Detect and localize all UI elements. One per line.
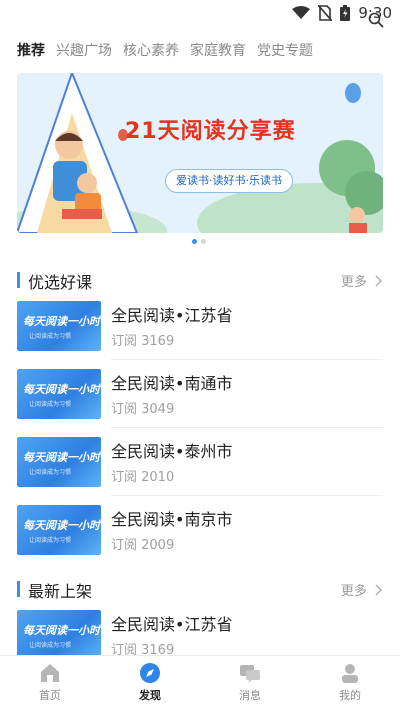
tab-interest-plaza[interactable]: 兴趣广场 <box>56 40 112 60</box>
home-icon <box>41 664 59 682</box>
course-subscriptions: 订阅 2009 <box>111 538 175 553</box>
nav-messages-label: 消息 <box>239 689 261 702</box>
status-bar: 9:30 <box>0 0 400 30</box>
nav-messages[interactable]: 消息 <box>200 656 300 711</box>
course-thumbnail: 每天阅读一小时 让阅读成为习惯 <box>17 610 101 660</box>
course-title: 全民阅读•江苏省 <box>111 615 233 634</box>
chevron-right-icon <box>375 275 383 287</box>
course-thumbnail: 每天阅读一小时 让阅读成为习惯 <box>17 301 101 351</box>
search-icon[interactable] <box>368 12 384 28</box>
section-accent-bar <box>17 272 20 288</box>
message-icon <box>240 665 260 683</box>
nav-discover[interactable]: 发现 <box>100 656 200 711</box>
profile-icon <box>342 664 358 683</box>
course-thumbnail: 每天阅读一小时 让阅读成为习惯 <box>17 505 101 555</box>
course-subscriptions: 订阅 3169 <box>111 334 175 349</box>
tab-family-education[interactable]: 家庭教育 <box>190 40 246 60</box>
featured-section-title: 优选好课 <box>28 273 93 292</box>
banner-title: 21天阅读分享赛 <box>125 119 296 144</box>
compass-icon <box>140 663 160 683</box>
course-item[interactable]: 每天阅读一小时 让阅读成为习惯 全民阅读•江苏省 订阅 3169 <box>17 296 383 360</box>
nav-home[interactable]: 首页 <box>0 656 100 711</box>
pagination-dot-active <box>192 239 197 244</box>
divider <box>111 427 383 428</box>
no-sim-icon <box>318 5 333 21</box>
course-title: 全民阅读•南京市 <box>111 510 233 529</box>
pagination-dot <box>201 239 206 244</box>
tab-core-literacy[interactable]: 核心素养 <box>123 40 179 60</box>
course-thumbnail: 每天阅读一小时 让阅读成为习惯 <box>17 437 101 487</box>
top-tabs: 推荐 兴趣广场 核心素养 家庭教育 党史专题 <box>0 30 400 70</box>
wifi-icon <box>292 6 311 19</box>
divider <box>111 495 383 496</box>
battery-icon <box>340 5 351 21</box>
course-subscriptions: 订阅 3049 <box>111 402 175 417</box>
course-title: 全民阅读•泰州市 <box>111 442 233 461</box>
featured-more-link[interactable]: 更多 <box>341 271 383 290</box>
bottom-navigation: 首页 发现 消息 我的 <box>0 655 400 711</box>
banner-illustration <box>17 73 383 233</box>
course-thumbnail: 每天阅读一小时 让阅读成为习惯 <box>17 369 101 419</box>
course-item[interactable]: 每天阅读一小时 让阅读成为习惯 全民阅读•泰州市 订阅 2010 <box>17 432 383 496</box>
course-title: 全民阅读•南通市 <box>111 374 233 393</box>
course-subscriptions: 订阅 2010 <box>111 470 175 485</box>
nav-profile[interactable]: 我的 <box>300 656 400 711</box>
promo-banner[interactable]: 21天阅读分享赛 爱读书·读好书·乐读书 <box>17 73 383 233</box>
course-item[interactable]: 每天阅读一小时 让阅读成为习惯 全民阅读•南京市 订阅 2009 <box>17 500 383 564</box>
tab-recommended[interactable]: 推荐 <box>17 40 45 60</box>
course-item[interactable]: 每天阅读一小时 让阅读成为习惯 全民阅读•南通市 订阅 3049 <box>17 364 383 428</box>
featured-section-header: 优选好课 更多 <box>17 268 383 292</box>
nav-discover-label: 发现 <box>139 689 161 702</box>
latest-section-title: 最新上架 <box>28 582 93 601</box>
latest-section-header: 最新上架 更多 <box>17 577 383 601</box>
banner-subtitle: 爱读书·读好书·乐读书 <box>165 169 293 193</box>
tab-party-history[interactable]: 党史专题 <box>257 40 313 60</box>
nav-home-label: 首页 <box>39 689 61 702</box>
nav-profile-label: 我的 <box>339 689 361 702</box>
section-accent-bar <box>17 581 20 597</box>
chevron-right-icon <box>375 584 383 596</box>
divider <box>111 359 383 360</box>
banner-pagination <box>192 239 206 244</box>
course-title: 全民阅读•江苏省 <box>111 306 233 325</box>
latest-more-link[interactable]: 更多 <box>341 580 383 599</box>
